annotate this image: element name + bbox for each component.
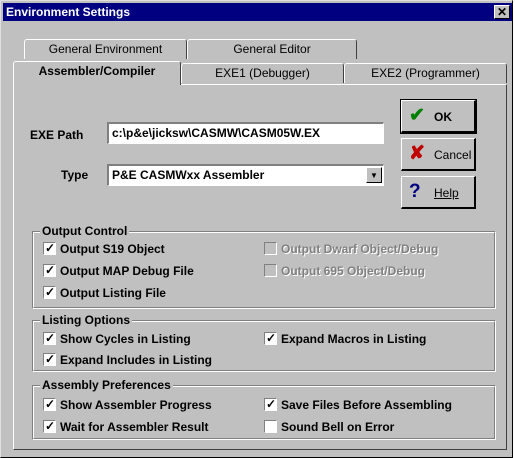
tab-exe1-debugger[interactable]: EXE1 (Debugger) — [181, 63, 344, 83]
tab-assembler-compiler[interactable]: Assembler/Compiler — [13, 61, 181, 85]
title-bar: Environment Settings ✕ — [3, 3, 512, 21]
close-icon: ✕ — [496, 5, 508, 19]
tab-general-environment[interactable]: General Environment — [24, 39, 187, 59]
close-button[interactable]: ✕ — [494, 5, 510, 19]
assembler-compiler-panel — [13, 84, 507, 450]
window-title: Environment Settings — [6, 5, 131, 19]
tab-exe2-programmer[interactable]: EXE2 (Programmer) — [344, 63, 507, 83]
tab-general-editor[interactable]: General Editor — [187, 39, 357, 59]
environment-settings-dialog: Environment Settings ✕ General Environme… — [0, 0, 513, 458]
